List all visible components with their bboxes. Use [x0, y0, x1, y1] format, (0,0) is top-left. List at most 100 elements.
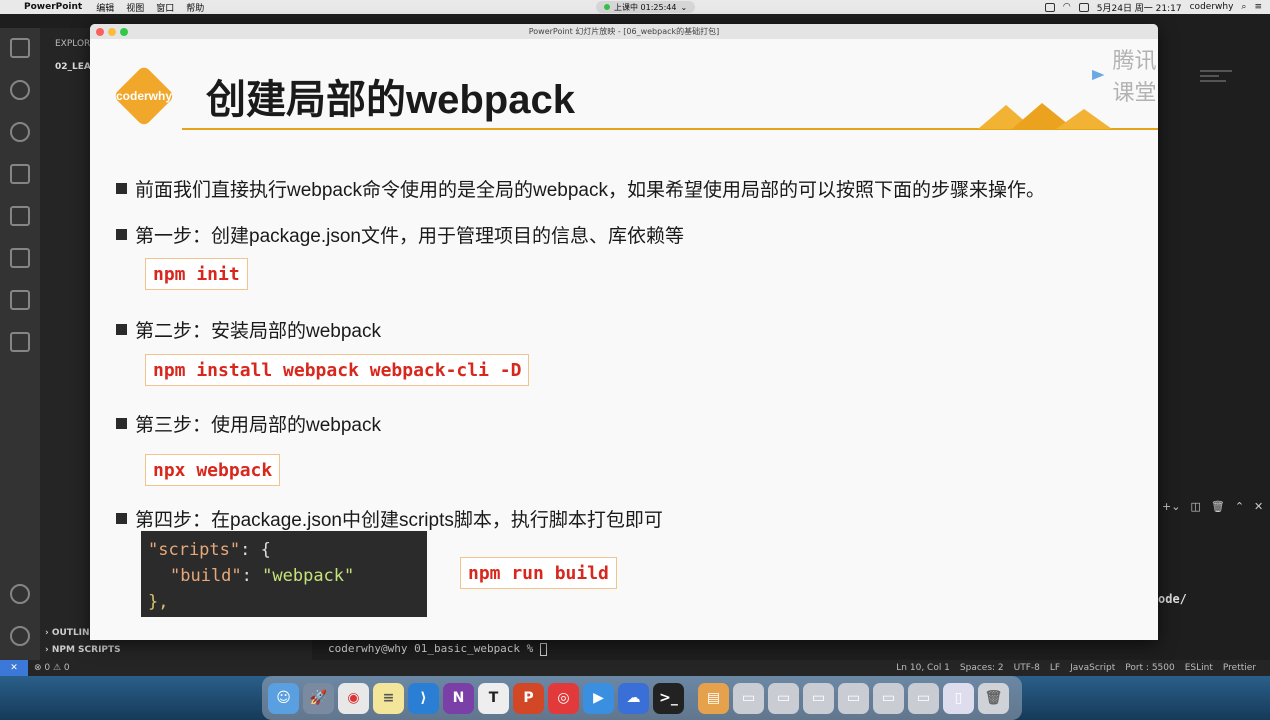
folder-icon[interactable] — [10, 332, 30, 352]
bullet-square-icon — [116, 513, 127, 524]
class-timer-pill[interactable]: 上课中 01:25:44 ⌄ — [596, 1, 696, 13]
activity-bar — [0, 28, 40, 660]
control-center-icon[interactable]: ≡ — [1254, 2, 1262, 12]
prettier-status[interactable]: Prettier — [1223, 663, 1256, 673]
terminal-prompt: coderwhy@why 01_basic_webpack % — [328, 642, 540, 655]
eslint-status[interactable]: ESLint — [1185, 663, 1213, 673]
archive-exe-icon[interactable]: ▤ — [698, 682, 729, 714]
command-npm-install: npm install webpack webpack-cli -D — [145, 354, 530, 386]
indentation[interactable]: Spaces: 2 — [960, 663, 1004, 673]
screen-icon[interactable] — [1044, 2, 1055, 12]
bullet-square-icon — [116, 324, 127, 335]
finder-icon[interactable]: ☺ — [268, 682, 299, 714]
app-menu-powerpoint[interactable]: PowerPoint — [24, 2, 82, 12]
status-bar: ✕ ⊗ 0 ⚠ 0 Ln 10, Col 1 Spaces: 2 UTF-8 L… — [0, 660, 1270, 676]
dock: ☺ 🚀 ◉ ≡ ⟩ N T P ◎ ▶ ☁ >_ ▤ ▭ ▭ ▭ ▭ ▭ ▭ ▯… — [262, 676, 1022, 720]
watermark-text: 腾讯课堂 — [1112, 49, 1157, 106]
terminal-partial-text: ode/ — [1158, 592, 1187, 606]
outline-section[interactable]: › OUTLINE — [45, 628, 96, 638]
mac-menubar: PowerPoint 编辑 视图 窗口 帮助 上课中 01:25:44 ⌄ ◠ … — [0, 0, 1270, 14]
menu-edit[interactable]: 编辑 — [96, 1, 114, 14]
minimap[interactable] — [1200, 70, 1232, 90]
file-icon[interactable]: ▭ — [733, 682, 764, 714]
chevron-down-icon: ⌄ — [680, 2, 688, 12]
wifi-icon[interactable]: ◠ — [1063, 2, 1071, 12]
new-terminal-icon[interactable]: +⌄ — [1162, 500, 1180, 513]
trash-icon[interactable]: 🗑 — [978, 682, 1009, 714]
screenshot-icon[interactable]: ▭ — [768, 682, 799, 714]
cursor-position[interactable]: Ln 10, Col 1 — [896, 663, 950, 673]
bookmark-icon[interactable] — [10, 290, 30, 310]
coderwhy-logo: coderwhy — [115, 67, 172, 125]
bullet-square-icon — [116, 183, 127, 194]
zoom-window-icon[interactable] — [120, 28, 128, 36]
files-icon[interactable] — [10, 38, 30, 58]
bullet-square-icon — [116, 229, 127, 240]
command-npx-webpack: npx webpack — [145, 454, 281, 486]
launchpad-icon[interactable]: 🚀 — [303, 682, 334, 714]
search-icon[interactable] — [10, 80, 30, 100]
screenshot-icon[interactable]: ▭ — [838, 682, 869, 714]
trash-icon[interactable]: 🗑 — [1211, 500, 1225, 513]
tencent-class-watermark: 腾讯课堂 — [1090, 43, 1158, 107]
remote-explorer-icon[interactable] — [10, 248, 30, 268]
bullet-step1: 第一步：创建package.json文件，用于管理项目的信息、库依赖等 — [116, 221, 684, 248]
phone-icon[interactable]: ▯ — [943, 682, 974, 714]
slide[interactable]: coderwhy 创建局部的webpack 腾讯课堂 前面我们直接执行webpa… — [90, 39, 1158, 640]
powerpoint-slideshow-window: PowerPoint 幻灯片放映 - [06_webpack的基础打包] cod… — [90, 24, 1158, 640]
close-window-icon[interactable] — [96, 28, 104, 36]
bullet-intro: 前面我们直接执行webpack命令使用的是全局的webpack，如果希望使用局部… — [116, 175, 1045, 202]
onenote-icon[interactable]: N — [443, 682, 474, 714]
language-mode[interactable]: JavaScript — [1070, 663, 1115, 673]
problems-count[interactable]: ⊗ 0 ⚠ 0 — [34, 663, 70, 673]
minimize-window-icon[interactable] — [108, 28, 116, 36]
extensions-icon[interactable] — [10, 206, 30, 226]
live-server-port[interactable]: Port : 5500 — [1125, 663, 1175, 673]
command-npm-init: npm init — [145, 258, 248, 290]
settings-gear-icon[interactable] — [10, 626, 30, 646]
terminal-prompt-line[interactable]: coderwhy@why 01_basic_webpack % — [328, 642, 547, 656]
chevron-up-icon[interactable]: ⌃ — [1235, 500, 1244, 513]
source-control-icon[interactable] — [10, 122, 30, 142]
scripts-code-snippet: "scripts": { "build": "webpack" }, — [141, 531, 427, 617]
menu-window[interactable]: 窗口 — [156, 1, 174, 14]
bullet-step2: 第二步：安装局部的webpack — [116, 316, 381, 343]
menu-view[interactable]: 视图 — [126, 1, 144, 14]
menu-help[interactable]: 帮助 — [186, 1, 204, 14]
bullet-square-icon — [116, 418, 127, 429]
baidu-netdisk-icon[interactable]: ☁ — [618, 682, 649, 714]
screenshot-icon[interactable]: ▭ — [873, 682, 904, 714]
close-icon[interactable]: ✕ — [1254, 500, 1263, 513]
netease-music-icon[interactable]: ◎ — [548, 682, 579, 714]
vscode-icon[interactable]: ⟩ — [408, 682, 439, 714]
user-name[interactable]: coderwhy — [1190, 2, 1234, 12]
live-dot-icon — [604, 4, 610, 10]
notes-icon[interactable]: ≡ — [373, 682, 404, 714]
run-debug-icon[interactable] — [10, 164, 30, 184]
search-icon[interactable]: ⌕ — [1241, 2, 1246, 12]
typora-icon[interactable]: T — [478, 682, 509, 714]
chrome-icon[interactable]: ◉ — [338, 682, 369, 714]
screenshot-icon[interactable]: ▭ — [908, 682, 939, 714]
menubar-status-area: ◠ 5月24日 周一 21:17 coderwhy ⌕ ≡ — [1044, 0, 1262, 14]
terminal-cursor — [539, 642, 547, 656]
npm-scripts-section[interactable]: › NPM SCRIPTS — [45, 645, 121, 655]
command-npm-run-build: npm run build — [460, 557, 617, 589]
terminal-icon[interactable]: >_ — [653, 682, 684, 714]
svg-text:coderwhy: coderwhy — [116, 89, 172, 103]
split-terminal-icon[interactable]: ◫ — [1190, 500, 1200, 513]
window-titlebar: PowerPoint 幻灯片放映 - [06_webpack的基础打包] — [90, 24, 1158, 39]
line-ending[interactable]: LF — [1050, 663, 1060, 673]
datetime[interactable]: 5月24日 周一 21:17 — [1097, 1, 1182, 14]
remote-indicator-icon[interactable]: ✕ — [0, 660, 28, 676]
tencent-class-logo-icon — [1092, 69, 1105, 81]
battery-icon[interactable] — [1078, 2, 1089, 12]
class-timer: 上课中 01:25:44 — [614, 2, 677, 12]
slide-title: 创建局部的webpack — [206, 78, 575, 122]
tencent-class-icon[interactable]: ▶ — [583, 682, 614, 714]
encoding[interactable]: UTF-8 — [1014, 663, 1040, 673]
powerpoint-icon[interactable]: P — [513, 682, 544, 714]
account-icon[interactable] — [10, 584, 30, 604]
bullet-step3: 第三步：使用局部的webpack — [116, 410, 381, 437]
screenshot-icon[interactable]: ▭ — [803, 682, 834, 714]
